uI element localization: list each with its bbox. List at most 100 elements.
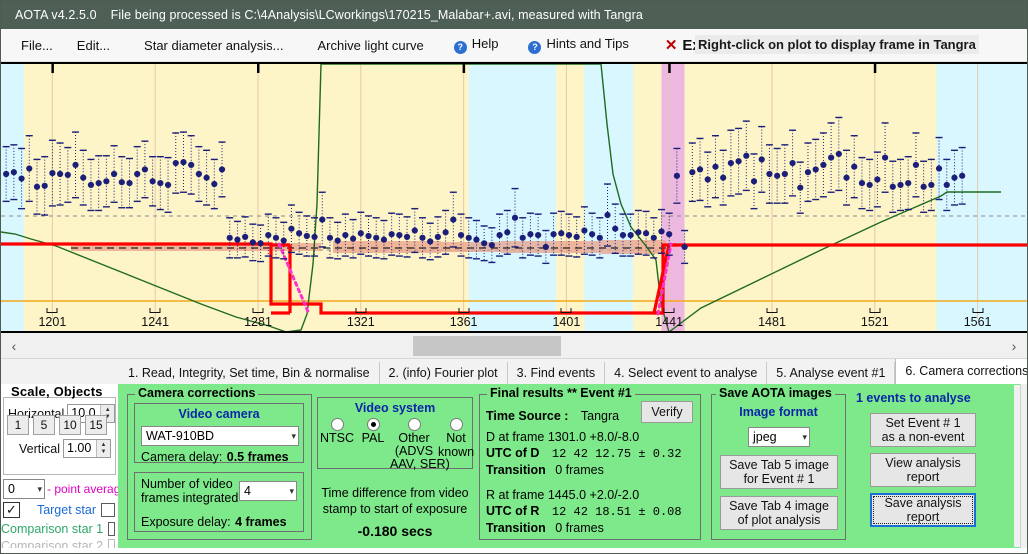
point-average-select[interactable]: 0 ▾ [3,479,45,499]
radio-pal-icon[interactable] [366,418,380,431]
object-checkbox-comparison-star-1[interactable] [108,521,115,536]
d-transition-label: Transition [486,463,546,477]
tab-2-fourier-plot[interactable]: 2. (info) Fourier plot [379,362,508,384]
save-analysis-report-button[interactable]: Save analysis report [870,493,976,527]
menu-item-help[interactable]: ? Help [436,33,511,57]
light-curve-plot[interactable]: CTRL + Right-click - to toggle validity … [1,62,1028,333]
light-curve-svg[interactable] [1,64,1028,333]
save-tab5-image-button[interactable]: Save Tab 5 image for Event # 1 [720,455,838,489]
plot-horizontal-scrollbar[interactable]: ‹ › [1,333,1027,359]
tab-5-analyse-event[interactable]: 5. Analyse event #1 [767,362,896,384]
time-difference-label-line1: Time difference from video [321,486,469,500]
radio-not-known-icon[interactable] [449,418,463,431]
menu-bar: File... Edit... Star diameter analysis..… [1,29,1027,62]
menu-item-file[interactable]: File... [9,35,65,56]
frames-integrated-value: 4 [244,484,251,498]
time-difference-value-row: -0.180 secs [317,523,473,540]
tab-6-camera-corrections[interactable]: 6. Camera corrections & final times Even… [895,359,1027,384]
tab-4-select-event[interactable]: 4. Select event to analyse [605,362,768,384]
tab-3-find-events[interactable]: 3. Find events [507,362,606,384]
x-axis-tick-mark [766,308,778,313]
scroll-right-arrow-icon[interactable]: › [1001,338,1027,354]
x-axis-tick-mark [355,308,367,313]
tab-5-label: 5. Analyse event #1 [776,366,886,380]
scale-button-15[interactable]: 15 [85,415,107,435]
r-transition-label: Transition [486,521,546,535]
d-frame-line: D at frame 1301.0 +8.0/-8.0 [486,430,640,444]
point-average-row: 0 ▾ - point average [3,479,118,499]
radio-other-icon[interactable] [407,418,421,431]
menu-item-hints-and-tips[interactable]: ? Hints and Tips [510,33,640,57]
video-system-not-known-sublabel: known [438,445,475,459]
video-system-option-not-known[interactable]: Not known [438,418,474,471]
video-system-title: Video system [354,401,436,415]
object-label-comparison-star-1: Comparison star 1 [1,521,104,536]
video-system-options: NTSC PAL Other (ADVS AAV, SER) Not known [318,418,474,471]
menu-item-hints-and-tips-label: Hints and Tips [546,36,629,51]
scroll-left-arrow-icon[interactable]: ‹ [1,338,27,354]
object-row-comparison-star-2: Comparison star 2 [1,537,118,548]
scrollbar-thumb[interactable] [413,336,561,356]
menu-item-edit[interactable]: Edit... [65,35,122,56]
menu-item-archive-light-curve-label: Archive light curve [317,37,424,53]
view-analysis-report-button[interactable]: View analysis report [870,453,976,487]
video-system-other-sublabel: (ADVS AAV, SER) [390,444,450,471]
scale-objects-panel: Scale, Objects Horizontal 10.0 ▲ ▼ 1 5 10… [1,384,118,548]
time-difference-value: -0.180 secs [357,523,433,539]
view-analysis-report-label-line2: report [906,470,940,484]
image-format-select[interactable]: jpeg ▾ [748,427,810,447]
tab-1-read-integrity[interactable]: 1. Read, Integrity, Set time, Bin & norm… [119,362,380,384]
menu-item-archive-light-curve[interactable]: Archive light curve [296,35,436,56]
tab-bar: 1. Read, Integrity, Set time, Bin & norm… [1,359,1027,384]
time-source-row: Time Source : Tangra [486,407,619,425]
camera-corrections-group: Camera corrections Video camera WAT-910B… [127,386,312,540]
vertical-scale-value[interactable]: 1.00 [64,440,96,457]
save-tab4-image-button[interactable]: Save Tab 4 image of plot analysis [720,496,838,530]
d-results-block: D at frame 1301.0 +8.0/-8.0 UTC of D 12 … [486,429,682,478]
object-row-comparison-star-1[interactable]: Comparison star 1 [1,520,118,537]
camera-delay-value: 0.5 frames [226,450,289,464]
r-results-block: R at frame 1445.0 +2.0/-2.0 UTC of R 12 … [486,487,682,536]
video-system-option-ntsc[interactable]: NTSC [318,418,356,471]
set-non-event-label-line1: Set Event # 1 [885,416,961,430]
tab-3-label: 3. Find events [516,366,596,380]
utc-r-label: UTC of R [486,504,540,518]
view-analysis-report-label-line1: View analysis [885,456,961,470]
utc-r-value: 12 42 18.51 ± 0.08 [551,505,682,519]
video-camera-select[interactable]: WAT-910BD ▾ [141,426,299,446]
camera-corrections-legend: Camera corrections [135,386,259,400]
video-camera-subgroup: Video camera WAT-910BD ▾ Camera delay: 0… [134,403,304,464]
frames-integrated-label: Number of video frames integrated [141,477,238,505]
frames-integrated-subgroup: Number of video frames integrated 4 ▾ Ex… [134,472,304,532]
d-transition-row: Transition 0 frames [486,462,682,478]
time-difference-block: Time difference from video stamp to star… [317,485,473,540]
frames-integrated-select[interactable]: 4 ▾ [239,481,297,501]
video-system-option-pal[interactable]: PAL [356,418,390,471]
video-system-option-other[interactable]: Other (ADVS AAV, SER) [390,418,450,471]
menu-item-file-label: File... [21,37,53,53]
scale-button-10[interactable]: 10 [59,415,81,435]
r-transition-value: 0 frames [555,521,604,535]
video-camera-title: Video camera [178,407,260,421]
spinner-arrows-icon[interactable]: ▲ ▼ [96,440,110,457]
save-analysis-report-label-line2: report [906,510,940,524]
video-system-group: Video system NTSC PAL Other (ADVS AAV, S… [317,397,474,471]
x-axis-tick-label: 1561 [963,315,992,329]
save-aota-images-group: Save AOTA images Image format jpeg ▾ Sav… [711,386,846,540]
video-system-area: Video system NTSC PAL Other (ADVS AAV, S… [317,397,474,540]
point-average-label: - point average [47,482,118,496]
scale-button-1[interactable]: 1 [7,415,29,435]
set-non-event-button[interactable]: Set Event # 1 as a non-event [870,413,976,447]
video-system-pal-label: PAL [361,431,385,445]
verify-button[interactable]: Verify [641,401,693,423]
exposure-delay-value: 4 frames [235,515,287,529]
time-source-label: Time Source : [486,409,569,423]
radio-ntsc-icon[interactable] [330,418,344,431]
scale-button-5[interactable]: 5 [33,415,55,435]
events-to-analyse-panel: 1 events to analyse Set Event # 1 as a n… [854,391,1014,543]
x-axis-tick-mark [458,308,470,313]
menu-item-star-diameter-analysis[interactable]: Star diameter analysis... [122,35,295,56]
vertical-scale-stepper[interactable]: 1.00 ▲ ▼ [63,439,111,458]
object-checkbox-target-star[interactable] [101,502,115,517]
object-row-target-star[interactable]: Target star [1,501,118,518]
